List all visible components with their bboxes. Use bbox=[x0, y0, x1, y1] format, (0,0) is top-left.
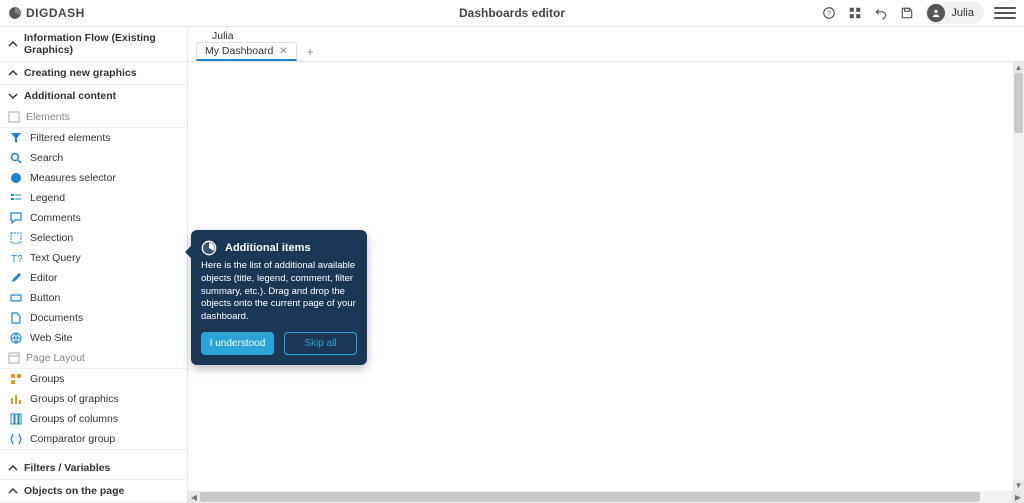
i-understood-button[interactable]: I understood bbox=[201, 332, 274, 355]
group-elements: Elements bbox=[0, 107, 187, 128]
item-button[interactable]: Button bbox=[0, 288, 187, 308]
scroll-down-icon[interactable]: ▼ bbox=[1013, 480, 1024, 491]
chevron-up-icon bbox=[8, 463, 18, 473]
legend-icon bbox=[10, 192, 22, 204]
section-objects-on-page[interactable]: Objects on the page bbox=[0, 480, 187, 502]
section-label: Filters / Variables bbox=[24, 462, 110, 474]
grid-icon[interactable] bbox=[847, 5, 863, 21]
menu-icon[interactable] bbox=[994, 4, 1016, 22]
add-tab-button[interactable]: + bbox=[303, 45, 318, 59]
close-icon[interactable]: ✕ bbox=[279, 46, 287, 57]
item-groups[interactable]: Groups bbox=[0, 369, 187, 389]
vertical-scrollbar[interactable]: ▲ ▼ bbox=[1013, 62, 1024, 491]
item-search[interactable]: Search bbox=[0, 148, 187, 168]
chevron-up-icon bbox=[8, 68, 18, 78]
tab-label: My Dashboard bbox=[205, 45, 273, 57]
item-editor[interactable]: Editor bbox=[0, 268, 187, 288]
page-layout-list: Groups Groups of graphics Groups of colu… bbox=[0, 369, 187, 449]
section-filters-variables[interactable]: Filters / Variables bbox=[0, 457, 187, 479]
svg-text:T?: T? bbox=[11, 254, 22, 264]
item-measures-selector[interactable]: Measures selector bbox=[0, 168, 187, 188]
chevron-up-icon bbox=[8, 486, 18, 496]
undo-icon[interactable] bbox=[873, 5, 889, 21]
app-logo: DIGDASH bbox=[8, 6, 85, 20]
svg-text:?: ? bbox=[827, 10, 831, 17]
columns-icon bbox=[10, 413, 22, 425]
item-web-site[interactable]: Web Site bbox=[0, 328, 187, 348]
section-information-flow[interactable]: Information Flow (Existing Graphics) bbox=[0, 27, 187, 61]
user-name: Julia bbox=[951, 7, 974, 19]
popover-body: Here is the list of additional available… bbox=[201, 260, 357, 324]
item-documents[interactable]: Documents bbox=[0, 308, 187, 328]
comparator-icon bbox=[10, 433, 22, 445]
sidebar: Information Flow (Existing Graphics) Cre… bbox=[0, 27, 188, 503]
item-filtered-elements[interactable]: Filtered elements bbox=[0, 128, 187, 148]
section-label: Objects on the page bbox=[24, 485, 124, 497]
button-icon bbox=[10, 292, 22, 304]
item-groups-of-columns[interactable]: Groups of columns bbox=[0, 409, 187, 429]
chevron-up-icon bbox=[8, 39, 18, 49]
info-icon bbox=[201, 240, 217, 256]
graphics-group-icon bbox=[10, 393, 22, 405]
scroll-thumb[interactable] bbox=[200, 492, 980, 502]
selection-icon bbox=[10, 232, 22, 244]
user-menu[interactable]: Julia bbox=[925, 2, 984, 24]
horizontal-scrollbar[interactable]: ◀ ▶ bbox=[188, 491, 1024, 503]
comment-icon bbox=[10, 212, 22, 224]
save-icon[interactable] bbox=[899, 5, 915, 21]
scroll-left-icon[interactable]: ◀ bbox=[188, 491, 200, 503]
scroll-right-icon[interactable]: ▶ bbox=[1012, 491, 1024, 503]
search-icon bbox=[10, 152, 22, 164]
popover-title: Additional items bbox=[225, 242, 311, 254]
pencil-icon bbox=[10, 272, 22, 284]
elements-icon bbox=[8, 111, 20, 123]
tab-bar: My Dashboard ✕ + bbox=[188, 42, 1024, 62]
filter-icon bbox=[10, 132, 22, 144]
logo-icon bbox=[8, 6, 22, 20]
item-groups-of-graphics[interactable]: Groups of graphics bbox=[0, 389, 187, 409]
scroll-thumb[interactable] bbox=[1014, 73, 1023, 133]
logo-text: DIGDASH bbox=[26, 6, 85, 20]
section-label: Creating new graphics bbox=[24, 67, 137, 79]
skip-all-button[interactable]: Skip all bbox=[284, 332, 357, 355]
avatar-icon bbox=[927, 4, 945, 22]
elements-list: Filtered elements Search Measures select… bbox=[0, 128, 187, 348]
item-comparator-group[interactable]: Comparator group bbox=[0, 429, 187, 449]
globe-icon bbox=[10, 332, 22, 344]
section-additional-content[interactable]: Additional content bbox=[0, 85, 187, 107]
section-creating-graphics[interactable]: Creating new graphics bbox=[0, 62, 187, 84]
document-icon bbox=[10, 312, 22, 324]
tab-my-dashboard[interactable]: My Dashboard ✕ bbox=[196, 42, 297, 61]
text-query-icon: T? bbox=[10, 252, 22, 264]
app-header: DIGDASH Dashboards editor ? Julia bbox=[0, 0, 1024, 27]
group-page-layout: Page Layout bbox=[0, 348, 187, 369]
item-comments[interactable]: Comments bbox=[0, 208, 187, 228]
measure-icon bbox=[10, 172, 22, 184]
section-label: Information Flow (Existing Graphics) bbox=[24, 32, 179, 56]
groups-icon bbox=[10, 373, 22, 385]
item-selection[interactable]: Selection bbox=[0, 228, 187, 248]
item-legend[interactable]: Legend bbox=[0, 188, 187, 208]
layout-icon bbox=[8, 352, 20, 364]
help-icon[interactable]: ? bbox=[821, 5, 837, 21]
section-label: Additional content bbox=[24, 90, 116, 102]
header-actions: ? Julia bbox=[821, 2, 1016, 24]
onboarding-popover: Additional items Here is the list of add… bbox=[191, 230, 367, 365]
chevron-down-icon bbox=[8, 91, 18, 101]
scroll-up-icon[interactable]: ▲ bbox=[1013, 62, 1024, 73]
item-text-query[interactable]: T?Text Query bbox=[0, 248, 187, 268]
